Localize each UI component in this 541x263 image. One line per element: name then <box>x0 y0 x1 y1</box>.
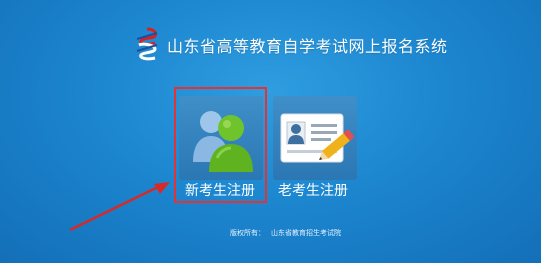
header: 山东省高等教育自学考试网上报名系统 <box>133 25 448 65</box>
pointer-arrow-icon <box>69 182 170 232</box>
id-card-edit-icon <box>280 113 355 163</box>
copyright-owner: 山东省教育招生考试院 <box>271 229 341 237</box>
returning-student-register-label[interactable]: 老考生注册 <box>278 180 348 200</box>
copyright: 版权所有： 山东省教育招生考试院 <box>230 228 341 238</box>
highlight-box <box>174 87 267 203</box>
logo-icon <box>136 27 158 61</box>
page-title: 山东省高等教育自学考试网上报名系统 <box>167 37 448 56</box>
copyright-label: 版权所有： <box>230 229 265 237</box>
returning-student-register-button[interactable] <box>273 96 357 180</box>
